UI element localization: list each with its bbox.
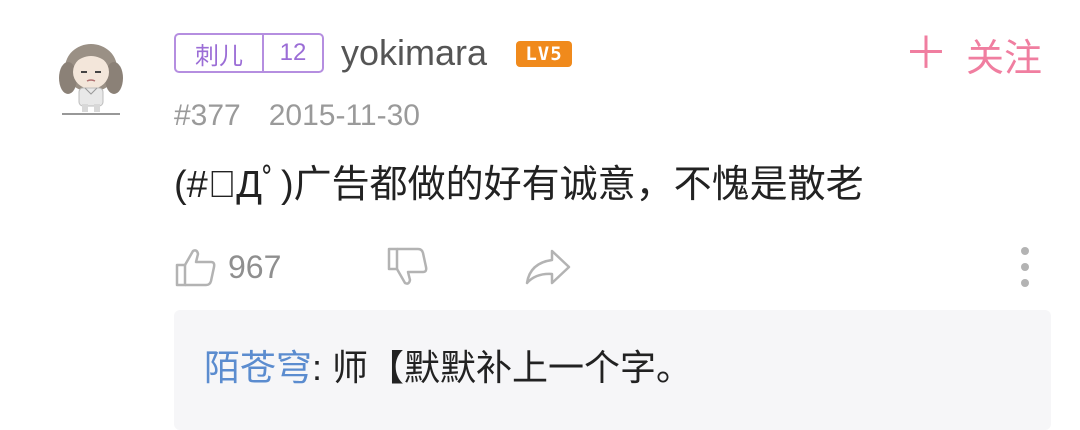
like-button[interactable]: 967 — [174, 243, 281, 291]
user-level-badge: LV5 — [516, 41, 572, 67]
comment-text: (#ﾟДﾟ)广告都做的好有诚意，不愧是散老 — [174, 164, 864, 206]
reply-separator: : — [312, 347, 333, 388]
share-arrow-icon — [525, 249, 571, 285]
reply-line: 陌苍穹: 师【默默补上一个字。 — [204, 344, 692, 392]
comment-actions: 967 — [174, 243, 1054, 291]
thumbs-up-icon — [175, 249, 216, 287]
share-button[interactable] — [524, 243, 572, 291]
floor-number: #377 — [174, 99, 241, 132]
fan-badge-level: 12 — [279, 39, 307, 66]
comment-meta: #377 2015-11-30 — [174, 98, 420, 134]
more-options-button[interactable] — [1015, 245, 1035, 289]
like-count: 967 — [228, 248, 282, 285]
username[interactable]: yokimara — [341, 30, 487, 76]
comment-date: 2015-11-30 — [268, 99, 420, 132]
reply-preview[interactable]: 陌苍穹: 师【默默补上一个字。 — [174, 310, 1051, 430]
fan-badge[interactable]: 刺儿 12 — [174, 33, 324, 73]
dislike-button[interactable] — [386, 243, 430, 291]
follow-button[interactable]: ＋ 关注 — [904, 29, 1042, 80]
plus-icon: ＋ — [904, 29, 948, 78]
reply-username[interactable]: 陌苍穹 — [204, 347, 312, 388]
fan-badge-name: 刺儿 — [176, 35, 264, 71]
girl-avatar-icon — [59, 44, 123, 115]
thumbs-down-icon — [387, 247, 428, 285]
avatar[interactable] — [52, 38, 130, 116]
follow-label: 关注 — [966, 37, 1043, 80]
reply-text: 师【默默补上一个字。 — [332, 347, 693, 388]
vertical-dots-icon — [1021, 247, 1029, 287]
